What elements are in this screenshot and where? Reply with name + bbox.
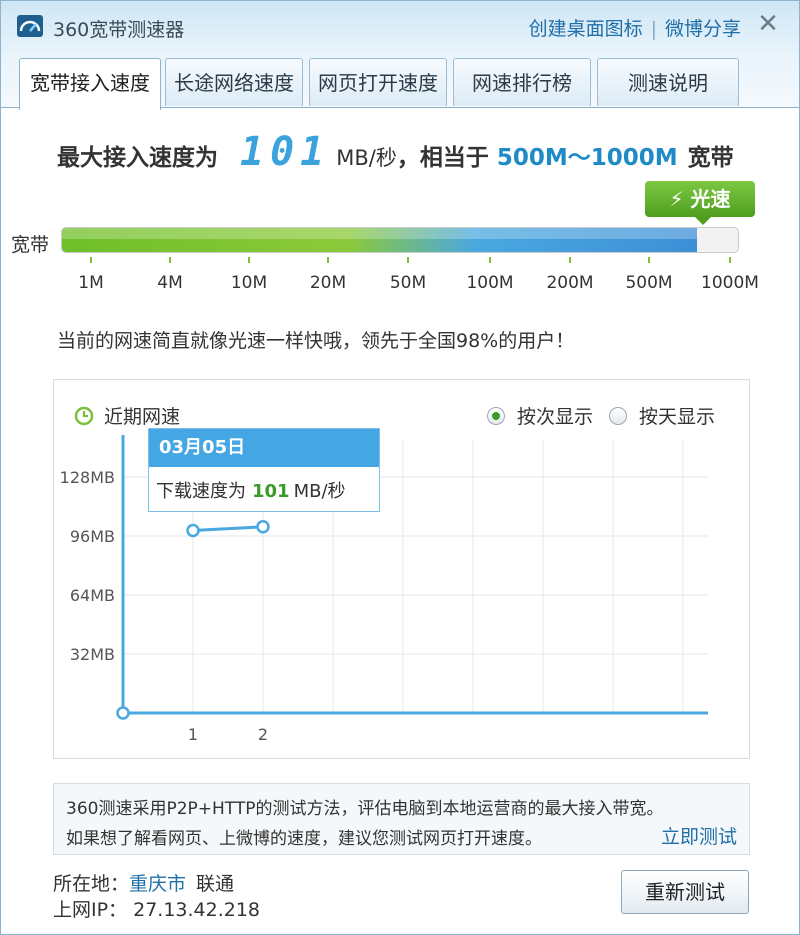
radio-dot — [608, 406, 627, 425]
info-line-1: 360测速采用P2P+HTTP的测试方法，评估电脑到本地运营商的最大接入带宽。 — [66, 799, 664, 819]
speed-bar-fill — [62, 228, 698, 252]
speedometer-icon — [17, 15, 43, 37]
tooltip-text: 下载速度为 — [156, 481, 246, 502]
radio-label: 按天显示 — [638, 406, 715, 428]
link-separator: | — [650, 18, 657, 40]
bandwidth-range: 500M～1000M — [496, 145, 678, 171]
method-info-box: 360测速采用P2P+HTTP的测试方法，评估电脑到本地运营商的最大接入带宽。 … — [53, 783, 750, 855]
radio-label: 按次显示 — [516, 406, 593, 428]
ip-label: 上网IP： — [53, 899, 128, 921]
tick-mark — [407, 257, 409, 263]
chart-title: 近期网速 — [74, 402, 180, 429]
tab-speed-ranking[interactable]: 网速排行榜 — [453, 58, 591, 106]
y-tick-label: 128MB — [60, 468, 115, 487]
tick-mark — [569, 257, 571, 263]
title-bar[interactable]: 360宽带测速器 创建桌面图标 | 微博分享 ✕ — [1, 1, 799, 53]
tab-speed-test-explanation[interactable]: 测速说明 — [597, 58, 739, 106]
ip-line: 上网IP： 27.13.42.218 — [53, 895, 260, 922]
tooltip-value: 101 — [252, 481, 290, 502]
radio-by-day[interactable]: 按天显示 — [608, 402, 715, 429]
ip-address: 27.13.42.218 — [133, 899, 261, 921]
tick-mark — [169, 257, 171, 263]
close-button[interactable]: ✕ — [755, 11, 781, 37]
y-tick-label: 32MB — [70, 645, 115, 664]
tick-label: 4M — [157, 273, 183, 293]
create-desktop-icon-link[interactable]: 创建桌面图标 — [529, 18, 643, 40]
speed-unit: MB/秒 — [336, 146, 397, 170]
series-line — [192, 525, 264, 532]
tick-label: 1000M — [701, 273, 759, 293]
tick-label: 200M — [546, 273, 594, 293]
data-point — [186, 523, 200, 538]
speed-digits: 101 — [240, 129, 331, 175]
tick-label: 50M — [389, 273, 427, 293]
speed-bar-track — [61, 227, 739, 253]
chart-title-text: 近期网速 — [104, 406, 181, 428]
light-speed-badge: ⚡ 光速 — [645, 181, 755, 225]
weibo-share-link[interactable]: 微博分享 — [665, 18, 741, 40]
axis-origin-marker — [116, 706, 130, 720]
location-label: 所在地： — [53, 873, 130, 895]
display-mode-radios: 按次显示 按天显示 — [471, 402, 715, 429]
tick-label: 20M — [309, 273, 347, 293]
info-line-2: 如果想了解看网页、上微博的速度，建议您测试网页打开速度。 — [66, 829, 542, 849]
headline-suffix: 宽带 — [687, 145, 734, 171]
y-tick-label: 96MB — [70, 527, 115, 546]
radio-by-count[interactable]: 按次显示 — [486, 402, 593, 429]
tick-mark — [90, 257, 92, 263]
speed-description: 当前的网速简直就像光速一样快哦，领先于全国98%的用户！ — [57, 330, 575, 352]
tick-mark — [248, 257, 250, 263]
tick-label: 10M — [230, 273, 268, 293]
tick-label: 100M — [466, 273, 514, 293]
tab-webpage-open-speed[interactable]: 网页打开速度 — [309, 58, 447, 106]
recent-speed-chart: 128MB 96MB 64MB 32MB 1 2 近期网速 按次显示 按天显示 03月05… — [53, 379, 750, 759]
tick-mark — [327, 257, 329, 263]
tooltip-unit: MB/秒 — [293, 481, 346, 502]
tick-label: 1M — [78, 273, 104, 293]
title-links: 创建桌面图标 | 微博分享 — [529, 14, 741, 41]
tick-mark — [648, 257, 650, 263]
tooltip-body: 下载速度为 101 MB/秒 — [149, 467, 379, 503]
retest-button[interactable]: 重新测试 — [621, 870, 749, 914]
location-line: 所在地：重庆市 联通 — [53, 869, 234, 896]
data-point — [256, 520, 270, 534]
tab-broadband-access-speed[interactable]: 宽带接入速度 — [19, 58, 161, 110]
x-tick-label: 1 — [188, 725, 198, 744]
speed-bar-label: 宽带 — [11, 234, 50, 256]
clock-icon — [74, 406, 94, 425]
test-now-link[interactable]: 立即测试 — [661, 822, 737, 849]
headline-prefix: 最大接入速度为 — [57, 145, 218, 171]
tick-label: 500M — [625, 273, 673, 293]
x-tick-label: 2 — [258, 725, 268, 744]
data-tooltip: 03月05日 下载速度为 101 MB/秒 — [148, 428, 380, 512]
speed-test-window: 360宽带测速器 创建桌面图标 | 微博分享 ✕ 宽带接入速度 长途网络速度 网页打… — [0, 0, 800, 935]
app-title: 360宽带测速器 — [53, 19, 185, 41]
location-city[interactable]: 重庆市 — [129, 873, 186, 895]
speed-headline: 最大接入速度为 101 MB/秒 ，相当于 500M～1000M 宽带 — [57, 129, 734, 175]
speed-bar-ticks: 1M 4M 10M 20M 50M 100M 200M 500M 1000M — [61, 253, 761, 293]
equiv-prefix: ，相当于 — [396, 145, 489, 171]
location-isp: 联通 — [196, 873, 235, 895]
radio-dot — [486, 406, 505, 425]
tick-mark — [489, 257, 491, 263]
tab-long-distance-speed[interactable]: 长途网络速度 — [165, 58, 303, 106]
y-tick-label: 64MB — [70, 586, 115, 605]
tick-mark — [729, 257, 731, 263]
tooltip-date: 03月05日 — [149, 429, 379, 467]
